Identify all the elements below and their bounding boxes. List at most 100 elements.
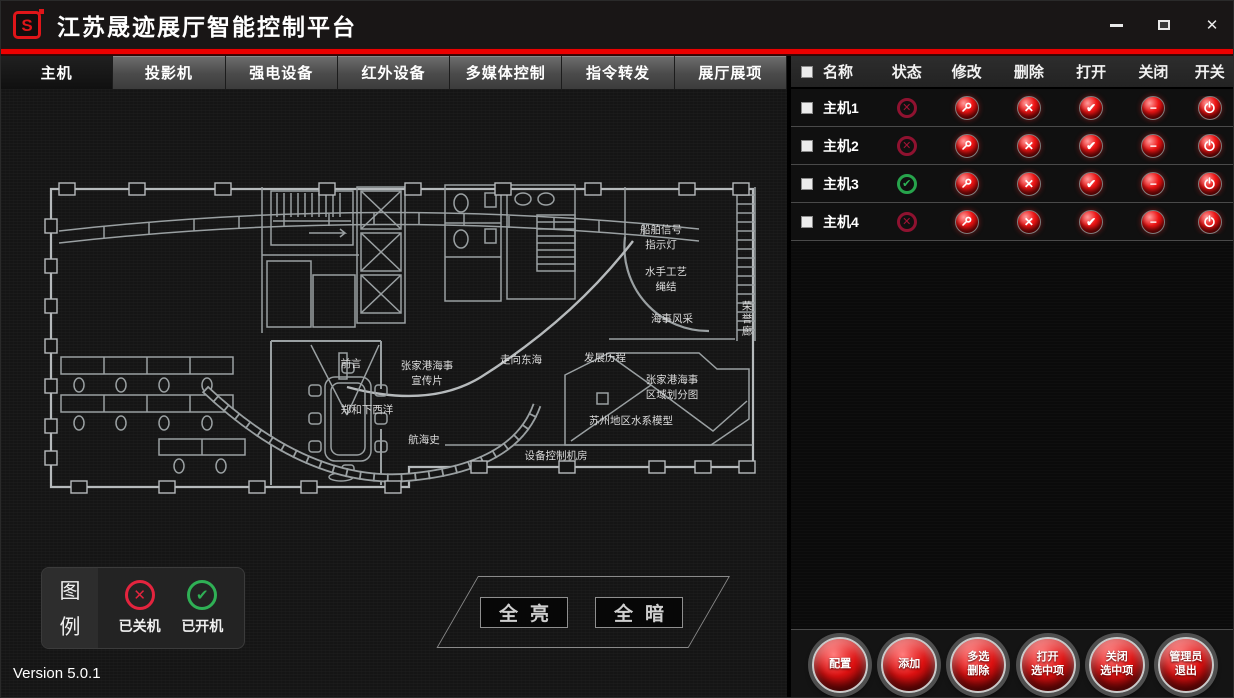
col-open: 打开 bbox=[1060, 61, 1122, 82]
all-bright-button[interactable]: 全亮 bbox=[480, 597, 568, 628]
app-title: 江苏晟迹展厅智能控制平台 bbox=[57, 8, 357, 42]
tab-multimedia[interactable]: 多媒体控制 bbox=[450, 56, 562, 89]
power-button[interactable] bbox=[1198, 96, 1222, 120]
fp-label-water-model: 苏州地区水系模型 bbox=[589, 414, 673, 429]
accent-divider bbox=[1, 49, 1233, 54]
table-row: 主机4 ✕ ✔ − bbox=[791, 203, 1234, 241]
all-dark-button[interactable]: 全暗 bbox=[595, 597, 683, 628]
tab-power-equipment[interactable]: 强电设备 bbox=[226, 56, 338, 89]
delete-button[interactable]: ✕ bbox=[1017, 172, 1041, 196]
status-icon bbox=[897, 174, 917, 194]
app-logo-icon: S bbox=[13, 11, 41, 39]
floorplan-panel: 船舶信号 指示灯 水手工艺 绳结 海事风采 荣誉廊 前言 张家港海事 宣传片 郑… bbox=[1, 89, 787, 698]
row-checkbox[interactable] bbox=[801, 216, 813, 228]
app-window: S 江苏晟迹展厅智能控制平台 ✕ 主机 投影机 强电设备 红外设备 多媒体控制 … bbox=[0, 0, 1234, 698]
modify-button[interactable] bbox=[955, 134, 979, 158]
legend-item-off: 已关机 bbox=[119, 580, 161, 636]
close-icon[interactable]: ✕ bbox=[1201, 14, 1223, 36]
fp-label-sailor-knots: 水手工艺 绳结 bbox=[645, 265, 687, 295]
table-empty-area bbox=[791, 241, 1234, 629]
col-status: 状态 bbox=[878, 61, 935, 82]
table-row: 主机1 ✕ ✔ − bbox=[791, 89, 1234, 127]
circle-x-icon bbox=[125, 580, 155, 610]
fp-label-zhenghe: 郑和下西洋 bbox=[341, 403, 394, 418]
minimize-icon[interactable] bbox=[1105, 14, 1127, 36]
table-row: 主机2 ✕ ✔ − bbox=[791, 127, 1234, 165]
col-close: 关闭 bbox=[1122, 61, 1184, 82]
close-button[interactable]: − bbox=[1141, 134, 1165, 158]
open-selected-button[interactable]: 打开选中项 bbox=[1020, 637, 1076, 693]
tab-projector[interactable]: 投影机 bbox=[113, 56, 225, 89]
device-name: 主机4 bbox=[823, 212, 859, 232]
open-button[interactable]: ✔ bbox=[1079, 210, 1103, 234]
multi-select-delete-button[interactable]: 多选删除 bbox=[950, 637, 1006, 693]
legend-item-on: 已开机 bbox=[181, 580, 223, 636]
delete-button[interactable]: ✕ bbox=[1017, 210, 1041, 234]
tab-command-forward[interactable]: 指令转发 bbox=[562, 56, 674, 89]
col-delete: 删除 bbox=[998, 61, 1060, 82]
power-button[interactable] bbox=[1198, 172, 1222, 196]
logo-letter: S bbox=[21, 17, 32, 34]
table-row: 主机3 ✕ ✔ − bbox=[791, 165, 1234, 203]
col-power: 开关 bbox=[1185, 61, 1234, 82]
power-icon bbox=[1203, 139, 1216, 152]
legend-title-char: 例 bbox=[60, 611, 81, 641]
add-button[interactable]: 添加 bbox=[881, 637, 937, 693]
action-button-bar: 配置 添加 多选删除 打开选中项 关闭选中项 管理员退出 bbox=[791, 629, 1234, 698]
fp-label-maritime-style: 海事风采 bbox=[651, 312, 693, 327]
row-checkbox[interactable] bbox=[801, 102, 813, 114]
fp-label-navigation-history: 航海史 bbox=[408, 433, 440, 448]
status-icon bbox=[897, 136, 917, 156]
legend-on-label: 已开机 bbox=[181, 616, 223, 636]
tab-exhibits[interactable]: 展厅展项 bbox=[675, 56, 787, 89]
fp-label-ship-signal: 船舶信号 指示灯 bbox=[640, 223, 682, 253]
close-button[interactable]: − bbox=[1141, 210, 1165, 234]
delete-button[interactable]: ✕ bbox=[1017, 134, 1041, 158]
tab-infrared[interactable]: 红外设备 bbox=[338, 56, 450, 89]
tabbar: 主机 投影机 强电设备 红外设备 多媒体控制 指令转发 展厅展项 bbox=[1, 56, 787, 89]
table-header: 名称 状态 修改 删除 打开 关闭 开关 bbox=[791, 56, 1234, 89]
col-modify: 修改 bbox=[935, 61, 997, 82]
open-button[interactable]: ✔ bbox=[1079, 96, 1103, 120]
modify-button[interactable] bbox=[955, 96, 979, 120]
fp-label-control-room: 设备控制机房 bbox=[525, 449, 588, 464]
admin-logout-button[interactable]: 管理员退出 bbox=[1158, 637, 1214, 693]
device-name: 主机2 bbox=[823, 136, 859, 156]
fp-label-zone-map: 张家港海事 区域划分图 bbox=[646, 373, 699, 403]
wrench-icon bbox=[960, 177, 973, 190]
configure-button[interactable]: 配置 bbox=[812, 637, 868, 693]
fp-label-east-sea: 走向东海 bbox=[500, 353, 542, 368]
circle-check-icon bbox=[187, 580, 217, 610]
power-button[interactable] bbox=[1198, 134, 1222, 158]
device-panel: 名称 状态 修改 删除 打开 关闭 开关 主机1 ✕ ✔ − 主机2 ✕ ✔ − bbox=[787, 56, 1234, 698]
status-icon bbox=[897, 98, 917, 118]
fp-label-development: 发展历程 bbox=[584, 351, 626, 366]
power-button[interactable] bbox=[1198, 210, 1222, 234]
fp-label-honor-corridor: 荣誉廊 bbox=[738, 300, 753, 338]
close-button[interactable]: − bbox=[1141, 96, 1165, 120]
close-selected-button[interactable]: 关闭选中项 bbox=[1089, 637, 1145, 693]
select-all-checkbox[interactable] bbox=[801, 66, 813, 78]
device-name: 主机1 bbox=[823, 98, 859, 118]
power-icon bbox=[1203, 215, 1216, 228]
maximize-icon[interactable] bbox=[1153, 14, 1175, 36]
close-button[interactable]: − bbox=[1141, 172, 1165, 196]
wrench-icon bbox=[960, 139, 973, 152]
delete-button[interactable]: ✕ bbox=[1017, 96, 1041, 120]
tab-host[interactable]: 主机 bbox=[1, 56, 113, 89]
open-button[interactable]: ✔ bbox=[1079, 172, 1103, 196]
device-name: 主机3 bbox=[823, 174, 859, 194]
modify-button[interactable] bbox=[955, 210, 979, 234]
row-checkbox[interactable] bbox=[801, 178, 813, 190]
col-name: 名称 bbox=[823, 61, 853, 82]
open-button[interactable]: ✔ bbox=[1079, 134, 1103, 158]
status-icon bbox=[897, 212, 917, 232]
legend-title-char: 图 bbox=[60, 575, 81, 605]
version-label: Version 5.0.1 bbox=[13, 665, 101, 682]
legend: 图 例 已关机 已开机 bbox=[41, 567, 245, 649]
wrench-icon bbox=[960, 215, 973, 228]
modify-button[interactable] bbox=[955, 172, 979, 196]
row-checkbox[interactable] bbox=[801, 140, 813, 152]
power-icon bbox=[1203, 177, 1216, 190]
titlebar: S 江苏晟迹展厅智能控制平台 ✕ bbox=[1, 1, 1233, 49]
